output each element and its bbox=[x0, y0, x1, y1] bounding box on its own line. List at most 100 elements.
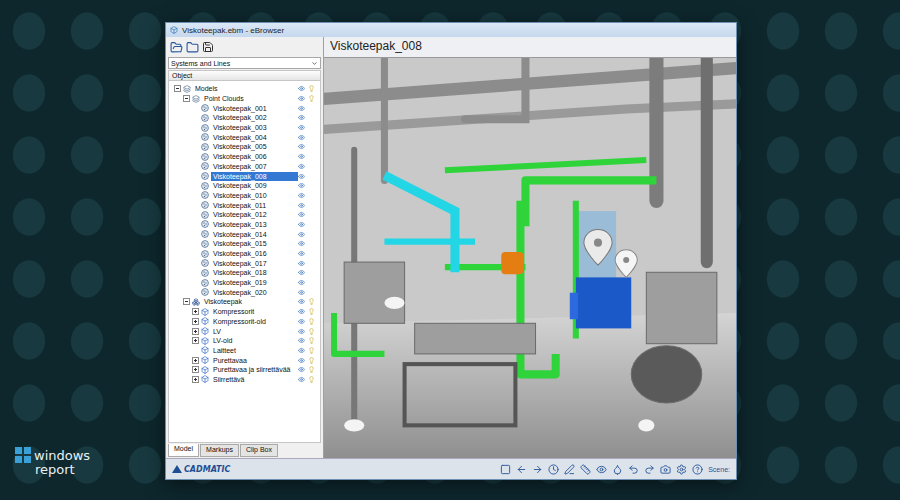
tree-row[interactable]: LV-old bbox=[169, 336, 320, 346]
tree-row[interactable]: Viskoteepak_005 bbox=[169, 142, 320, 152]
visibility-eye-icon[interactable] bbox=[298, 337, 305, 344]
tree-row[interactable]: Viskoteepak_007 bbox=[169, 162, 320, 172]
tree-row[interactable]: Viskoteepak_002 bbox=[169, 113, 320, 123]
visibility-eye-icon[interactable] bbox=[298, 250, 305, 257]
expander[interactable] bbox=[192, 366, 199, 373]
light-bulb-icon[interactable] bbox=[308, 308, 315, 315]
tree-row[interactable]: LV bbox=[169, 326, 320, 336]
light-bulb-icon[interactable] bbox=[308, 328, 315, 335]
folder-icon[interactable] bbox=[186, 41, 199, 54]
visibility-eye-icon[interactable] bbox=[298, 211, 305, 218]
visibility-eye-icon[interactable] bbox=[298, 182, 305, 189]
tab[interactable]: Model bbox=[168, 444, 199, 457]
view-dropdown[interactable]: Systems and Lines bbox=[168, 57, 321, 69]
visibility-eye-icon[interactable] bbox=[298, 202, 305, 209]
tree-row[interactable]: Purettavaa bbox=[169, 355, 320, 365]
expander[interactable] bbox=[192, 328, 199, 335]
tree-row[interactable]: Viskoteepak_020 bbox=[169, 287, 320, 297]
location-pin-icon[interactable] bbox=[584, 229, 612, 265]
tree-row[interactable]: Viskoteepak_014 bbox=[169, 229, 320, 239]
color-icon[interactable] bbox=[612, 464, 623, 475]
light-bulb-icon[interactable] bbox=[308, 95, 315, 102]
tree-row[interactable]: Laitteet bbox=[169, 346, 320, 356]
visibility-eye-icon[interactable] bbox=[298, 240, 305, 247]
visibility-eye-icon[interactable] bbox=[298, 366, 305, 373]
select-icon[interactable] bbox=[500, 464, 511, 475]
visibility-eye-icon[interactable] bbox=[298, 85, 305, 92]
history-icon[interactable] bbox=[548, 464, 559, 475]
forward-icon[interactable] bbox=[532, 464, 543, 475]
expander[interactable] bbox=[192, 308, 199, 315]
visibility-eye-icon[interactable] bbox=[298, 318, 305, 325]
visibility-eye-icon[interactable] bbox=[298, 231, 305, 238]
tree-row[interactable]: Viskoteepak_017 bbox=[169, 258, 320, 268]
tree-row[interactable]: Viskoteepak_008 bbox=[169, 171, 320, 181]
light-bulb-icon[interactable] bbox=[308, 376, 315, 383]
tree-row[interactable]: Viskoteepak_006 bbox=[169, 152, 320, 162]
save-icon[interactable] bbox=[202, 41, 214, 53]
open-icon[interactable] bbox=[170, 41, 183, 54]
back-icon[interactable] bbox=[516, 464, 527, 475]
tree-row[interactable]: Models bbox=[169, 84, 320, 94]
tree-row[interactable]: Viskoteepak_019 bbox=[169, 278, 320, 288]
undo-icon[interactable] bbox=[628, 464, 639, 475]
tree-row[interactable]: Kompressorit bbox=[169, 307, 320, 317]
location-pin-icon[interactable] bbox=[615, 250, 637, 278]
visibility-eye-icon[interactable] bbox=[298, 279, 305, 286]
help-icon[interactable] bbox=[692, 464, 703, 475]
light-bulb-icon[interactable] bbox=[308, 85, 315, 92]
tree-row[interactable]: Point Clouds bbox=[169, 94, 320, 104]
visibility-eye-icon[interactable] bbox=[298, 124, 305, 131]
tree-row[interactable]: Viskoteepak_018 bbox=[169, 268, 320, 278]
redo-icon[interactable] bbox=[644, 464, 655, 475]
tree-row[interactable]: Viskoteepak_011 bbox=[169, 200, 320, 210]
visibility-eye-icon[interactable] bbox=[298, 347, 305, 354]
visibility-eye-icon[interactable] bbox=[298, 376, 305, 383]
tree-row[interactable]: Purettavaa ja siirrettävää bbox=[169, 365, 320, 375]
visibility-eye-icon[interactable] bbox=[298, 163, 305, 170]
expander[interactable] bbox=[192, 318, 199, 325]
tree-row[interactable]: Kompressorit-old bbox=[169, 317, 320, 327]
visibility-eye-icon[interactable] bbox=[298, 328, 305, 335]
tab[interactable]: Clip Box bbox=[240, 444, 278, 457]
tree-row[interactable]: Viskoteepak_010 bbox=[169, 191, 320, 201]
tree-row[interactable]: Viskoteepak_009 bbox=[169, 181, 320, 191]
measure-icon[interactable] bbox=[580, 464, 591, 475]
tree-row[interactable]: Viskoteepak_003 bbox=[169, 123, 320, 133]
camera-icon[interactable] bbox=[660, 464, 671, 475]
visibility-eye-icon[interactable] bbox=[298, 95, 305, 102]
visibility-icon[interactable] bbox=[596, 464, 607, 475]
light-bulb-icon[interactable] bbox=[308, 337, 315, 344]
expander[interactable] bbox=[192, 337, 199, 344]
visibility-eye-icon[interactable] bbox=[298, 221, 305, 228]
tab[interactable]: Markups bbox=[200, 444, 239, 457]
light-bulb-icon[interactable] bbox=[308, 347, 315, 354]
visibility-eye-icon[interactable] bbox=[298, 357, 305, 364]
settings-icon[interactable] bbox=[676, 464, 687, 475]
visibility-eye-icon[interactable] bbox=[298, 134, 305, 141]
markup-icon[interactable] bbox=[564, 464, 575, 475]
visibility-eye-icon[interactable] bbox=[298, 298, 305, 305]
visibility-eye-icon[interactable] bbox=[298, 192, 305, 199]
expander[interactable] bbox=[183, 95, 190, 102]
visibility-eye-icon[interactable] bbox=[298, 114, 305, 121]
visibility-eye-icon[interactable] bbox=[298, 153, 305, 160]
visibility-eye-icon[interactable] bbox=[298, 289, 305, 296]
tree-row[interactable]: Viskoteepak_013 bbox=[169, 220, 320, 230]
visibility-eye-icon[interactable] bbox=[298, 269, 305, 276]
light-bulb-icon[interactable] bbox=[308, 318, 315, 325]
tree-row[interactable]: Viskoteepak_012 bbox=[169, 210, 320, 220]
light-bulb-icon[interactable] bbox=[308, 298, 315, 305]
expander[interactable] bbox=[192, 376, 199, 383]
visibility-eye-icon[interactable] bbox=[298, 143, 305, 150]
visibility-eye-icon[interactable] bbox=[298, 308, 305, 315]
expander[interactable] bbox=[192, 357, 199, 364]
tree-row[interactable]: Siirrettävä bbox=[169, 375, 320, 385]
tree-row[interactable]: Viskoteepak_015 bbox=[169, 239, 320, 249]
visibility-eye-icon[interactable] bbox=[298, 173, 305, 180]
expander[interactable] bbox=[183, 298, 190, 305]
tree-row[interactable]: Viskoteepak_001 bbox=[169, 103, 320, 113]
visibility-eye-icon[interactable] bbox=[298, 260, 305, 267]
tree-row[interactable]: Viskoteepak_016 bbox=[169, 249, 320, 259]
light-bulb-icon[interactable] bbox=[308, 366, 315, 373]
